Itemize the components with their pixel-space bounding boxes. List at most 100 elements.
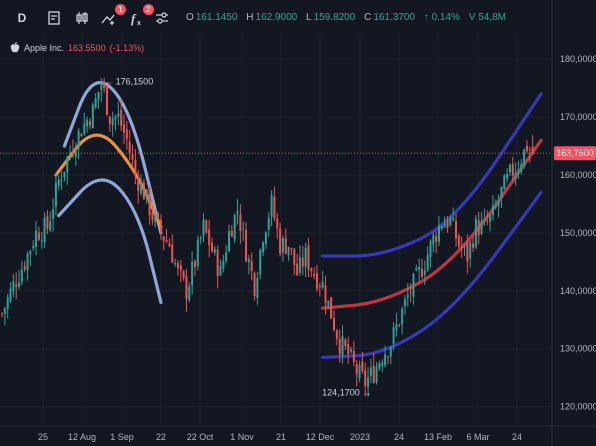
candle-body bbox=[123, 124, 126, 133]
candle-body bbox=[435, 236, 438, 242]
candle bbox=[350, 346, 353, 354]
candle-body bbox=[264, 232, 267, 244]
sliders-icon bbox=[156, 12, 168, 24]
high-annotation: ← 176,1500 bbox=[104, 76, 153, 86]
candle bbox=[412, 272, 415, 305]
candle-body bbox=[259, 249, 262, 275]
candle bbox=[182, 269, 185, 281]
candle bbox=[57, 175, 60, 191]
candle-body bbox=[230, 230, 233, 237]
candle-body bbox=[108, 116, 111, 125]
candle bbox=[188, 282, 191, 303]
candle-body bbox=[528, 149, 531, 151]
candle-body bbox=[83, 123, 86, 135]
time-tick-label: 12 Dec bbox=[306, 432, 335, 442]
candle-body bbox=[148, 188, 151, 216]
candle-body bbox=[239, 214, 242, 231]
candle bbox=[259, 248, 262, 280]
candle bbox=[159, 214, 162, 240]
candle bbox=[23, 260, 26, 273]
price-tick-label: 180,0000 bbox=[560, 54, 596, 64]
time-tick-label: 1 Nov bbox=[230, 432, 254, 442]
symbol-name: Apple Inc. bbox=[24, 42, 65, 53]
interval-label: D bbox=[17, 11, 27, 25]
candle-body bbox=[375, 366, 378, 383]
symbol-price: 163.5500 bbox=[68, 42, 106, 53]
candle-body bbox=[310, 268, 313, 272]
candle-body bbox=[253, 272, 256, 297]
candle bbox=[196, 235, 199, 271]
candle-body bbox=[176, 262, 179, 269]
time-tick-label: 24 bbox=[512, 432, 522, 442]
candle bbox=[503, 173, 506, 190]
overlay-curves bbox=[54, 81, 543, 360]
compare-button[interactable]: 1 bbox=[96, 4, 126, 30]
indicators-button[interactable]: f x 2 bbox=[124, 4, 154, 30]
candle bbox=[233, 213, 236, 244]
candle-body bbox=[443, 223, 446, 228]
candle bbox=[162, 235, 165, 251]
settings-button[interactable] bbox=[150, 6, 174, 30]
candle bbox=[77, 127, 80, 160]
candle bbox=[472, 236, 475, 253]
candle-body bbox=[242, 228, 245, 230]
candle bbox=[49, 211, 52, 233]
candle bbox=[145, 188, 148, 205]
candle bbox=[60, 171, 63, 190]
candle-body bbox=[256, 277, 259, 298]
candle-body bbox=[174, 262, 177, 265]
price-chart[interactable]: 180,0000 170,0000 160,0000 150,0000 140,0000… bbox=[0, 0, 596, 446]
symbol-search-button[interactable] bbox=[42, 6, 66, 30]
candle-body bbox=[205, 220, 208, 233]
candle bbox=[179, 260, 182, 283]
candle-body bbox=[452, 218, 455, 221]
candle bbox=[403, 294, 406, 315]
candle-body bbox=[406, 294, 409, 298]
candle bbox=[3, 307, 6, 326]
interval-button[interactable]: D bbox=[10, 6, 34, 30]
candle-body bbox=[216, 250, 219, 277]
candle bbox=[236, 199, 239, 225]
candle-body bbox=[117, 113, 120, 117]
candle bbox=[91, 102, 94, 129]
candle-body bbox=[262, 242, 265, 253]
candle bbox=[15, 272, 18, 300]
candle bbox=[86, 116, 89, 133]
candle-body bbox=[520, 163, 523, 172]
candle bbox=[489, 213, 492, 232]
candle-body bbox=[74, 151, 77, 158]
candle bbox=[35, 220, 38, 256]
candle-body bbox=[381, 362, 384, 366]
candle bbox=[193, 259, 196, 277]
candle bbox=[256, 271, 259, 305]
price-tick-label: 140,0000 bbox=[560, 286, 596, 296]
price-tick-label: 160,0000 bbox=[560, 170, 596, 180]
candle-body bbox=[193, 261, 196, 268]
chart-type-button[interactable] bbox=[70, 6, 94, 30]
candle bbox=[429, 239, 432, 268]
candle bbox=[191, 251, 194, 295]
candle-body bbox=[420, 268, 423, 277]
candle bbox=[213, 245, 216, 256]
candle bbox=[293, 248, 296, 276]
candle bbox=[97, 91, 100, 109]
candle bbox=[508, 163, 511, 177]
candle-body bbox=[344, 339, 347, 346]
candle-body bbox=[293, 248, 296, 266]
candle bbox=[480, 211, 483, 236]
candle-body bbox=[324, 285, 327, 304]
symbol-legend[interactable]: Apple Inc. 163.5500 (-1.13%) bbox=[10, 42, 144, 53]
candle-body bbox=[245, 230, 248, 262]
candle-body bbox=[494, 204, 497, 208]
candle bbox=[304, 242, 307, 278]
candle-body bbox=[364, 369, 367, 386]
high-label: H bbox=[246, 12, 254, 23]
candle bbox=[165, 228, 168, 243]
candle-body bbox=[191, 261, 194, 286]
candle bbox=[531, 135, 534, 155]
candle bbox=[378, 360, 381, 371]
candle-body bbox=[304, 247, 307, 268]
candle-body bbox=[321, 281, 324, 288]
candle-body bbox=[508, 164, 511, 173]
candle-body bbox=[159, 219, 162, 234]
